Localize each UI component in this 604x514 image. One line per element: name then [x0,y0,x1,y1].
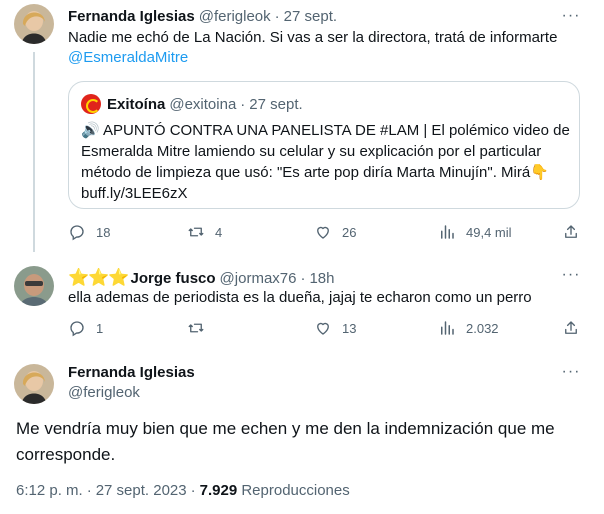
share-icon [565,321,577,334]
author-name[interactable]: Jorge fusco [131,270,216,287]
avatar-fernanda-focus[interactable] [14,364,54,404]
retweet-count: 4 [215,224,223,240]
author-handle[interactable]: @jormax76 [220,270,297,287]
tweet1-header: Fernanda Iglesias @ferigleok · 27 sept. [68,8,337,25]
like-count: 26 [342,224,357,240]
separator-dot: · [190,482,196,499]
tweet1-actions: 18 4 26 49,4 mil [68,223,588,243]
reply-count: 18 [96,224,111,240]
like-button[interactable]: 13 [314,319,356,337]
like-button[interactable]: 26 [314,223,356,241]
views-count: 2.032 [466,320,499,336]
separator-dot: · [240,95,246,113]
author-name[interactable]: Fernanda Iglesias [68,8,195,25]
retweet-button[interactable] [187,319,215,337]
tweet2-text: ella ademas de periodista es la dueña, j… [68,289,532,306]
avatar-jorge[interactable] [14,266,54,306]
views-total: 7.929 [199,482,238,499]
exitoina-avatar [81,94,101,114]
quote-header: Exitoína @exitoina · 27 sept. [81,94,303,114]
quote-author-name: Exitoína [107,95,166,113]
retweet-button[interactable]: 4 [187,223,222,241]
separator-dot: · [86,482,92,499]
retweet-icon [188,227,204,237]
author-handle[interactable]: @ferigleok [68,383,195,403]
separator-dot: · [300,270,306,287]
views-button[interactable]: 2.032 [438,319,499,337]
reply-count: 1 [96,320,104,336]
tweet-date[interactable]: 27 sept. [284,8,337,25]
share-button[interactable] [562,223,580,241]
tweet-text: Nadie me echó de La Nación. Si vas a ser… [68,29,558,46]
more-icon[interactable]: ··· [560,267,582,289]
quote-text: 🔊 APUNTÓ CONTRA UNA PANELISTA DE #LAM | … [81,122,570,202]
quote-date: 27 sept. [249,95,303,113]
views-count: 49,4 mil [466,224,512,240]
tweet-time[interactable]: 6:12 p. m. [16,482,83,499]
like-count: 13 [342,320,357,336]
tweet1-text: Nadie me echó de La Nación. Si vas a ser… [68,28,588,68]
reply-icon [70,225,84,241]
more-icon[interactable]: ··· [560,8,582,30]
thread-line [33,52,35,252]
retweet-icon [188,323,204,333]
tweet-date[interactable]: 18h [309,270,334,287]
quoted-tweet[interactable]: Exitoína @exitoina · 27 sept. 🔊 APUNTÓ CONT… [68,81,580,209]
share-button[interactable] [562,319,580,337]
views-button[interactable]: 49,4 mil [438,223,512,241]
author-handle[interactable]: @ferigleok [199,8,271,25]
stars-emoji: ⭐⭐⭐ [68,268,130,287]
separator-dot: · [274,8,280,25]
quote-author-handle: @exitoina [169,95,237,113]
focus-header: Fernanda Iglesias @ferigleok [68,363,195,403]
tweet-full-date[interactable]: 27 sept. 2023 [96,482,187,499]
tweet2-header: ⭐⭐⭐ Jorge fusco @jormax76 · 18h [68,268,335,288]
avatar-fernanda[interactable] [14,4,54,44]
focus-tweet-text: Me vendría muy bien que me echen y me de… [16,419,555,464]
analytics-icon [441,321,454,335]
author-name[interactable]: Fernanda Iglesias [68,363,195,383]
reply-icon [70,321,84,337]
heart-icon [317,322,329,335]
heart-icon [317,226,329,239]
more-icon[interactable]: ··· [560,364,582,386]
tweet2-actions: 1 13 2.032 [68,319,588,339]
reply-button[interactable]: 1 [68,319,103,337]
analytics-icon [441,225,454,239]
share-icon [565,225,577,238]
mention-link[interactable]: @EsmeraldaMitre [68,49,188,66]
views-label: Reproducciones [241,482,350,499]
focus-meta: 6:12 p. m. · 27 sept. 2023 · 7.929 Reproducc… [16,482,350,499]
reply-button[interactable]: 18 [68,223,110,241]
